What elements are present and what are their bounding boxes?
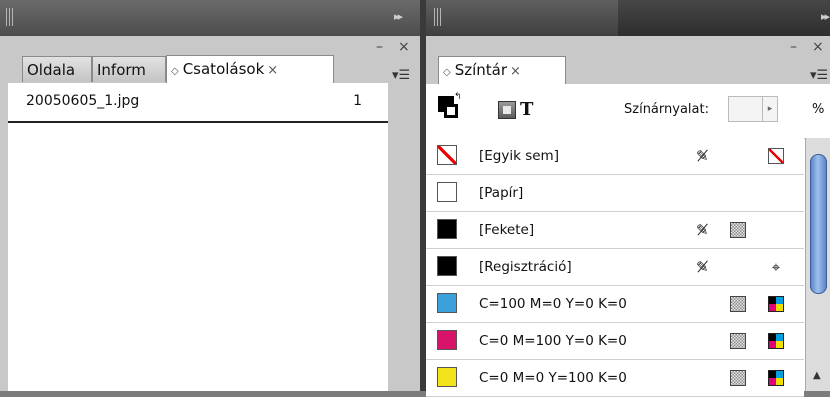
swatches-toolbar: ↰ T Színárnyalat: ▸ %: [426, 84, 830, 139]
none-type-icon: [768, 148, 784, 164]
tint-input[interactable]: ▸: [728, 96, 778, 122]
process-color-icon: [730, 222, 746, 238]
tab-oldalak[interactable]: Oldala: [22, 56, 92, 82]
swatches-panel: – × ◇Színtár× ▾☰ ↰ T Színárnyalat: ▸ %: [426, 36, 830, 397]
swatch-color-icon: [437, 182, 457, 202]
swatch-row-black[interactable]: [Fekete] ✎̸: [426, 212, 804, 249]
swatch-color-icon: [437, 256, 457, 276]
right-panel-titlebar[interactable]: ▸▸: [426, 0, 830, 36]
titlebar-dark-area: ▸▸: [618, 0, 830, 36]
collapse-icon[interactable]: ▸▸: [821, 10, 830, 23]
cmyk-mode-icon: [768, 296, 784, 312]
swatch-row-none[interactable]: [Egyik sem] ✎̸: [426, 138, 804, 175]
process-color-icon: [730, 296, 746, 312]
container-format-icon[interactable]: [498, 101, 516, 119]
scroll-up-icon[interactable]: ▲: [813, 370, 821, 381]
text-format-icon[interactable]: T: [520, 99, 533, 120]
close-icon[interactable]: ×: [812, 40, 824, 54]
swatch-name: [Regisztráció]: [479, 259, 572, 275]
link-item[interactable]: 20050605_1.jpg 1: [8, 83, 388, 119]
tab-label: Inform: [97, 61, 146, 79]
swatch-row-yellow[interactable]: C=0 M=0 Y=100 K=0: [426, 360, 804, 397]
diamond-icon: ◇: [443, 67, 451, 78]
swatches-scrollbar[interactable]: ▲: [805, 138, 830, 391]
swatch-name: C=100 M=0 Y=0 K=0: [479, 296, 627, 312]
link-page-number: 1: [353, 93, 362, 109]
drag-grip[interactable]: [434, 8, 442, 26]
link-name: 20050605_1.jpg: [26, 93, 140, 109]
cannot-edit-icon: ✎̸: [696, 258, 709, 276]
tab-close-icon[interactable]: ×: [267, 63, 278, 78]
fill-stroke-icon[interactable]: ↰: [438, 92, 462, 118]
swatch-row-magenta[interactable]: C=0 M=100 Y=0 K=0: [426, 323, 804, 360]
minimize-icon[interactable]: –: [376, 40, 383, 54]
tint-label: Színárnyalat:: [624, 102, 709, 117]
swatch-row-paper[interactable]: [Papír]: [426, 175, 804, 212]
cmyk-mode-icon: [768, 370, 784, 386]
swatch-color-icon: [437, 330, 457, 350]
cannot-edit-icon: ✎̸: [696, 147, 709, 165]
diamond-icon: ◇: [171, 66, 179, 77]
swatch-name: [Fekete]: [479, 222, 535, 238]
swatch-row-registration[interactable]: [Regisztráció] ✎̸ ⌖: [426, 249, 804, 286]
drag-grip[interactable]: [6, 8, 14, 26]
swatch-color-icon: [437, 367, 457, 387]
minimize-icon[interactable]: –: [790, 40, 797, 54]
scrollbar-thumb[interactable]: [810, 154, 827, 294]
links-list: 20050605_1.jpg 1: [8, 83, 388, 391]
swatch-row-cyan[interactable]: C=100 M=0 Y=0 K=0: [426, 286, 804, 323]
collapse-icon[interactable]: ▸▸: [394, 10, 403, 23]
swatch-color-icon: [437, 219, 457, 239]
swatch-name: C=0 M=100 Y=0 K=0: [479, 333, 627, 349]
links-panel: – × Oldala Inform ◇ Csatolások × ▾☰ 200506…: [0, 36, 420, 391]
left-panel-titlebar[interactable]: ▸▸: [0, 0, 420, 36]
percent-label: %: [812, 102, 825, 117]
tab-csatolasok[interactable]: ◇ Csatolások ×: [166, 55, 334, 83]
registration-icon: ⌖: [771, 258, 781, 276]
process-color-icon: [730, 333, 746, 349]
tab-label: Csatolások: [182, 60, 265, 78]
swatches-content: ↰ T Színárnyalat: ▸ % [Egyik sem] ✎̸ [Pa…: [426, 84, 830, 397]
swatch-name: [Egyik sem]: [479, 148, 559, 164]
close-icon[interactable]: ×: [398, 40, 410, 54]
swatch-name: [Papír]: [479, 185, 524, 201]
tab-label: Színtár: [454, 61, 508, 79]
tab-szintar[interactable]: ◇ Színtár ×: [438, 56, 566, 84]
process-color-icon: [730, 370, 746, 386]
tab-close-icon[interactable]: ×: [510, 64, 521, 79]
panel-menu-icon[interactable]: ▾☰: [392, 68, 410, 83]
panel-menu-icon[interactable]: ▾☰: [810, 68, 828, 83]
links-separator: [8, 121, 388, 123]
cmyk-mode-icon: [768, 333, 784, 349]
cannot-edit-icon: ✎̸: [696, 221, 709, 239]
swatch-none-icon: [437, 145, 457, 165]
tab-informacio[interactable]: Inform: [92, 56, 166, 82]
swatch-color-icon: [437, 293, 457, 313]
tint-arrow-icon[interactable]: ▸: [762, 97, 777, 121]
tab-label: Oldala: [27, 61, 76, 79]
